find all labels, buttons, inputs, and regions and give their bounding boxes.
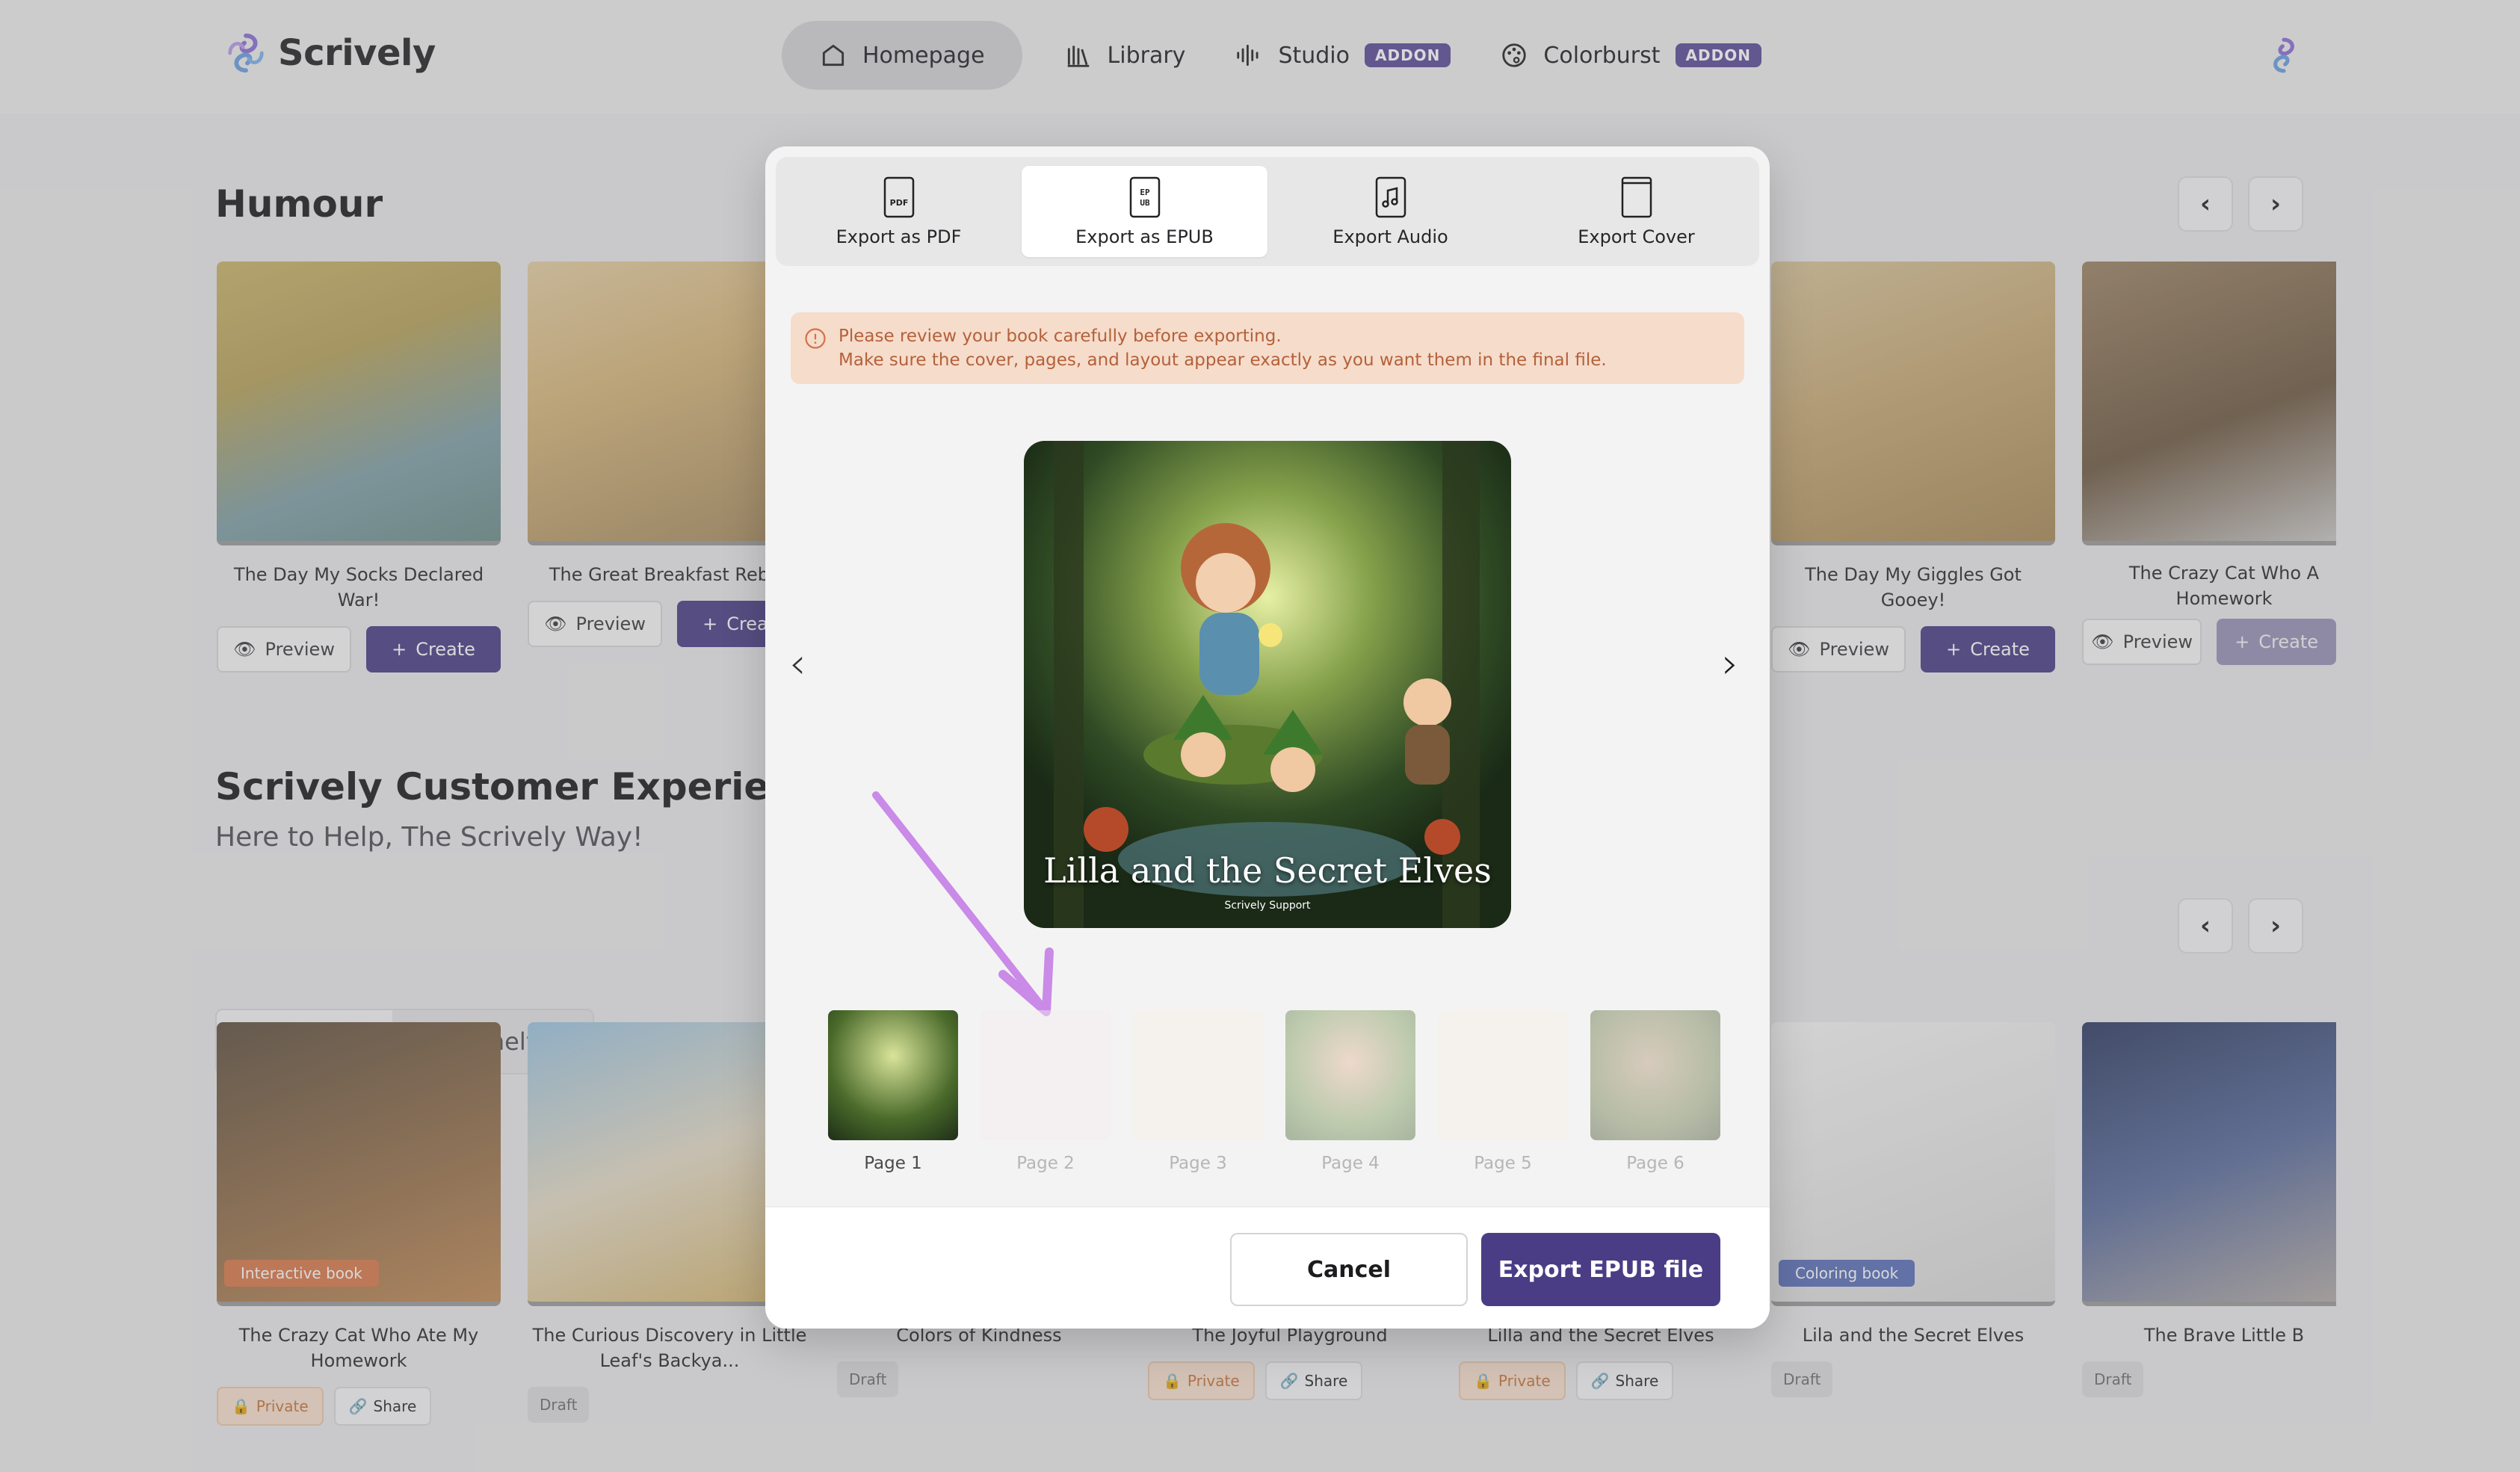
page-thumbnails: Page 1 Page 2 Page 3 Page 4 Page 5 Page … <box>828 1010 1720 1173</box>
page-thumbnail[interactable]: Page 3 <box>1133 1010 1263 1173</box>
page-thumbnail[interactable]: Page 2 <box>980 1010 1111 1173</box>
preview-book-title: Lilla and the Secret Elves <box>1043 850 1492 891</box>
thumbnail-image <box>980 1010 1111 1140</box>
svg-text:UB: UB <box>1140 198 1150 208</box>
cover-file-icon <box>1621 176 1652 218</box>
annotation-arrow-icon <box>872 791 1054 1016</box>
modal-footer: Cancel Export EPUB file <box>765 1206 1770 1329</box>
page-label: Page 3 <box>1169 1154 1227 1173</box>
cancel-button[interactable]: Cancel <box>1230 1233 1468 1306</box>
review-warning: Please review your book carefully before… <box>791 312 1744 384</box>
page-label: Page 5 <box>1474 1154 1532 1173</box>
tab-export-epub[interactable]: EP UB Export as EPUB <box>1022 166 1267 257</box>
page-label: Page 6 <box>1626 1154 1684 1173</box>
preview-book-author: Scrively Support <box>1224 900 1311 912</box>
thumbnail-image <box>1285 1010 1415 1140</box>
page-thumbnail[interactable]: Page 6 <box>1590 1010 1720 1173</box>
thumbnail-image <box>1133 1010 1263 1140</box>
export-modal: PDF Export as PDF EP UB Export as EPUB Ex… <box>765 146 1770 1329</box>
page-label: Page 4 <box>1321 1154 1380 1173</box>
audio-file-icon <box>1375 176 1406 218</box>
svg-text:EP: EP <box>1140 188 1150 197</box>
thumbnail-image <box>828 1010 958 1140</box>
tab-export-cover[interactable]: Export Cover <box>1513 157 1759 266</box>
tab-export-pdf[interactable]: PDF Export as PDF <box>776 157 1022 266</box>
epub-file-icon: EPUB <box>1129 176 1160 218</box>
book-preview: Lilla and the Secret Elves Scrively Supp… <box>1024 441 1511 928</box>
export-tabs: PDF Export as PDF EP UB Export as EPUB Ex… <box>776 157 1759 266</box>
svg-text:PDF: PDF <box>889 198 908 208</box>
page-label: Page 2 <box>1016 1154 1075 1173</box>
page-label: Page 1 <box>864 1154 922 1173</box>
tab-export-audio[interactable]: Export Audio <box>1267 157 1513 266</box>
page-thumbnail[interactable]: Page 4 <box>1285 1010 1415 1173</box>
export-epub-button[interactable]: Export EPUB file <box>1481 1233 1720 1306</box>
next-page-chevron-icon[interactable]: › <box>1722 640 1738 688</box>
pdf-file-icon: PDF <box>883 176 914 218</box>
previous-page-chevron-icon[interactable]: ‹ <box>789 640 806 688</box>
info-icon <box>805 328 826 349</box>
warning-line-1: Please review your book carefully before… <box>839 327 1282 346</box>
page-thumbnail[interactable]: Page 1 <box>828 1010 958 1173</box>
thumbnail-image <box>1438 1010 1568 1140</box>
page-thumbnail[interactable]: Page 5 <box>1438 1010 1568 1173</box>
thumbnail-image <box>1590 1010 1720 1140</box>
warning-line-2: Make sure the cover, pages, and layout a… <box>839 350 1607 370</box>
